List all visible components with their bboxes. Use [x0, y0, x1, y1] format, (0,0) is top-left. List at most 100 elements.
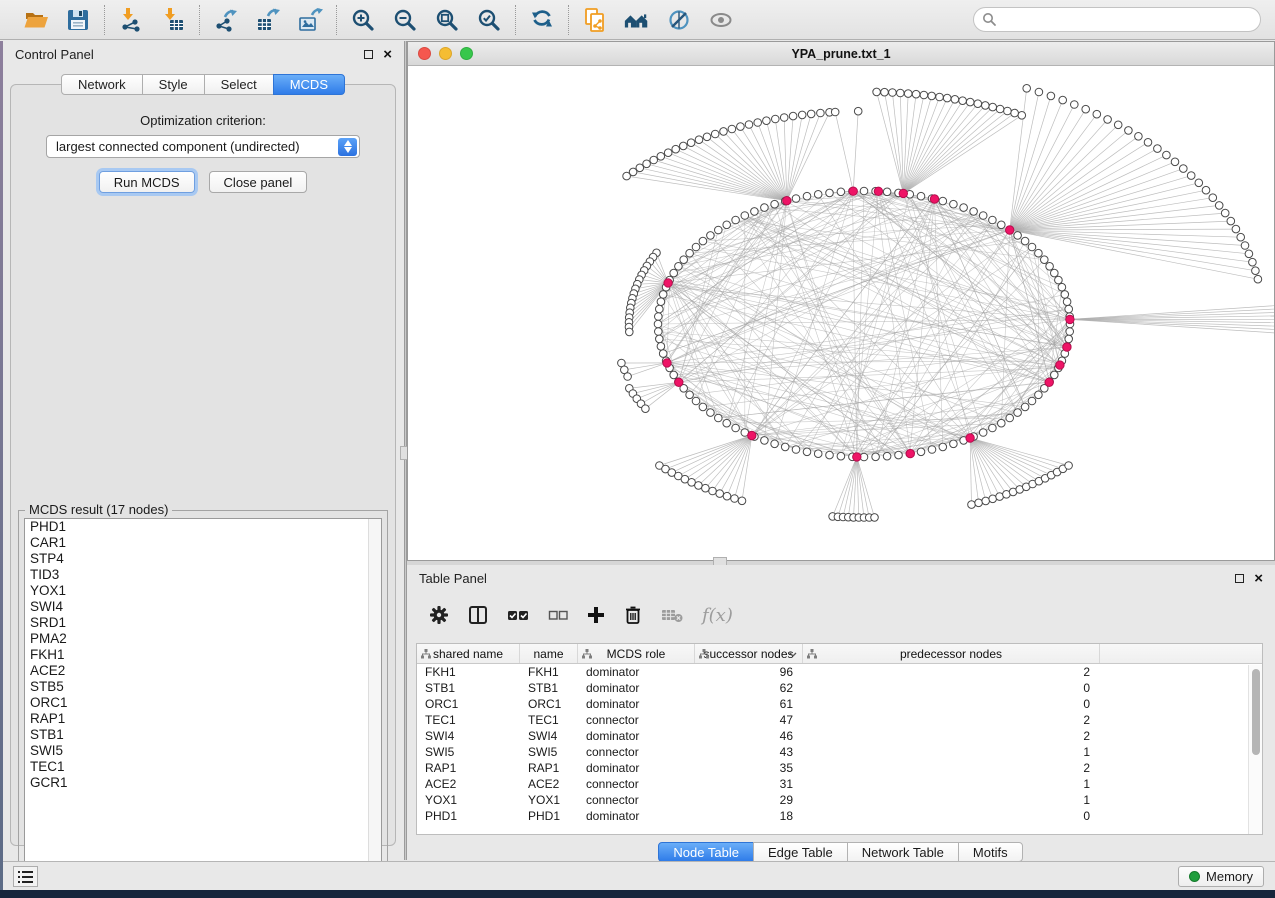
columns-icon[interactable]: [468, 605, 488, 625]
table-cell[interactable]: PHD1: [417, 808, 520, 824]
table-row[interactable]: SWI4SWI4dominator462: [417, 728, 1262, 744]
tab-mcds[interactable]: MCDS: [273, 74, 345, 95]
table-cell[interactable]: 1: [803, 776, 1100, 792]
table-cell[interactable]: 35: [695, 760, 803, 776]
hide-details-icon[interactable]: [665, 6, 693, 34]
table-cell[interactable]: ACE2: [520, 776, 578, 792]
close-panel-button[interactable]: Close panel: [209, 171, 308, 193]
network-overview-icon[interactable]: [623, 6, 651, 34]
table-cell[interactable]: 2: [803, 760, 1100, 776]
mcds-result-item[interactable]: PMA2: [25, 631, 381, 647]
mcds-result-item[interactable]: TEC1: [25, 759, 381, 775]
table-scrollbar[interactable]: [1248, 665, 1262, 834]
delete-icon[interactable]: [624, 605, 642, 625]
table-cell[interactable]: ORC1: [417, 696, 520, 712]
mcds-result-item[interactable]: STB1: [25, 727, 381, 743]
table-cell[interactable]: 0: [803, 680, 1100, 696]
table-cell[interactable]: FKH1: [417, 664, 520, 680]
mcds-result-item[interactable]: CAR1: [25, 535, 381, 551]
table-cell[interactable]: connector: [578, 712, 695, 728]
table-cell[interactable]: 31: [695, 776, 803, 792]
export-network-icon[interactable]: [212, 6, 240, 34]
table-row[interactable]: TEC1TEC1connector472: [417, 712, 1262, 728]
table-cell[interactable]: ACE2: [417, 776, 520, 792]
import-table-icon[interactable]: [159, 6, 187, 34]
column-header-name[interactable]: name: [520, 644, 578, 663]
export-table-icon[interactable]: [254, 6, 282, 34]
mcds-result-item[interactable]: ORC1: [25, 695, 381, 711]
mcds-result-item[interactable]: STP4: [25, 551, 381, 567]
mcds-result-item[interactable]: SWI5: [25, 743, 381, 759]
tab-style[interactable]: Style: [142, 74, 205, 95]
table-cell[interactable]: 46: [695, 728, 803, 744]
table-cell[interactable]: connector: [578, 792, 695, 808]
table-cell[interactable]: SWI5: [520, 744, 578, 760]
mcds-result-item[interactable]: FKH1: [25, 647, 381, 663]
close-panel-icon[interactable]: ×: [383, 50, 392, 59]
select-all-icon[interactable]: [507, 607, 529, 623]
task-history-button[interactable]: [13, 866, 38, 887]
mcds-list-scrollbar[interactable]: [368, 519, 381, 872]
zoom-selected-icon[interactable]: [475, 6, 503, 34]
close-panel-icon[interactable]: ×: [1254, 574, 1263, 583]
run-mcds-button[interactable]: Run MCDS: [99, 171, 195, 193]
table-row[interactable]: YOX1YOX1connector291: [417, 792, 1262, 808]
column-header-predecessor-nodes[interactable]: predecessor nodes: [803, 644, 1100, 663]
float-panel-icon[interactable]: [364, 50, 373, 59]
memory-button[interactable]: Memory: [1178, 866, 1264, 887]
save-session-icon[interactable]: [64, 6, 92, 34]
show-details-icon[interactable]: [707, 6, 735, 34]
table-cell[interactable]: dominator: [578, 808, 695, 824]
table-cell[interactable]: 2: [803, 712, 1100, 728]
table-cell[interactable]: 29: [695, 792, 803, 808]
mcds-result-item[interactable]: SRD1: [25, 615, 381, 631]
mcds-result-list[interactable]: PHD1CAR1STP4TID3YOX1SWI4SRD1PMA2FKH1ACE2…: [24, 518, 382, 873]
table-row[interactable]: RAP1RAP1dominator352: [417, 760, 1262, 776]
tab-motifs[interactable]: Motifs: [958, 842, 1023, 862]
table-row[interactable]: PHD1PHD1dominator180: [417, 808, 1262, 824]
import-network-icon[interactable]: [117, 6, 145, 34]
clone-network-icon[interactable]: [581, 6, 609, 34]
mcds-result-item[interactable]: SWI4: [25, 599, 381, 615]
table-cell[interactable]: ORC1: [520, 696, 578, 712]
zoom-out-icon[interactable]: [391, 6, 419, 34]
table-cell[interactable]: 1: [803, 744, 1100, 760]
table-cell[interactable]: dominator: [578, 760, 695, 776]
tab-network[interactable]: Network: [61, 74, 143, 95]
table-cell[interactable]: 47: [695, 712, 803, 728]
deselect-all-icon[interactable]: [548, 607, 568, 623]
open-file-icon[interactable]: [22, 6, 50, 34]
table-cell[interactable]: connector: [578, 776, 695, 792]
mcds-result-item[interactable]: GCR1: [25, 775, 381, 791]
sort-desc-icon[interactable]: [789, 652, 797, 657]
column-header-successor-nodes[interactable]: successor nodes: [695, 644, 803, 663]
zoom-fit-icon[interactable]: [433, 6, 461, 34]
table-cell[interactable]: 2: [803, 728, 1100, 744]
table-cell[interactable]: 0: [803, 808, 1100, 824]
table-cell[interactable]: YOX1: [520, 792, 578, 808]
mcds-result-item[interactable]: RAP1: [25, 711, 381, 727]
table-cell[interactable]: SWI5: [417, 744, 520, 760]
optimization-select[interactable]: largest connected component (undirected): [46, 135, 360, 158]
tab-node-table[interactable]: Node Table: [658, 842, 754, 862]
table-cell[interactable]: 96: [695, 664, 803, 680]
table-cell[interactable]: SWI4: [417, 728, 520, 744]
mcds-result-item[interactable]: STB5: [25, 679, 381, 695]
table-cell[interactable]: YOX1: [417, 792, 520, 808]
table-cell[interactable]: STB1: [520, 680, 578, 696]
table-row[interactable]: ORC1ORC1dominator610: [417, 696, 1262, 712]
table-cell[interactable]: TEC1: [417, 712, 520, 728]
table-cell[interactable]: 61: [695, 696, 803, 712]
network-graph[interactable]: [408, 66, 1274, 560]
table-cell[interactable]: dominator: [578, 664, 695, 680]
table-row[interactable]: STB1STB1dominator620: [417, 680, 1262, 696]
table-cell[interactable]: 18: [695, 808, 803, 824]
table-cell[interactable]: RAP1: [417, 760, 520, 776]
search-input[interactable]: [973, 7, 1261, 32]
table-cell[interactable]: 0: [803, 696, 1100, 712]
mcds-result-item[interactable]: ACE2: [25, 663, 381, 679]
table-cell[interactable]: 62: [695, 680, 803, 696]
mcds-result-item[interactable]: TID3: [25, 567, 381, 583]
scrollbar-thumb[interactable]: [1252, 669, 1260, 755]
mcds-result-item[interactable]: PHD1: [25, 519, 381, 535]
